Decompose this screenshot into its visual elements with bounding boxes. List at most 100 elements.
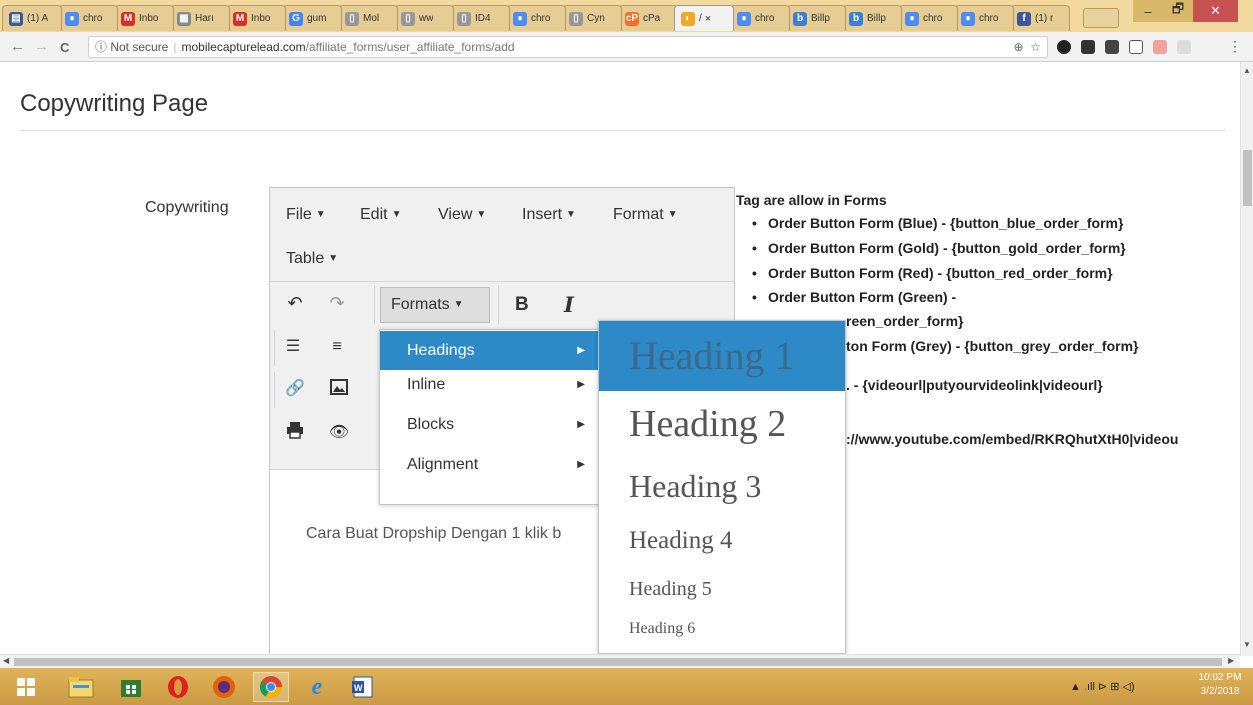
- link-icon[interactable]: 🔗: [282, 376, 308, 402]
- system-tray[interactable]: ▲ .ıll ⊳ ⊞ ◁): [1070, 680, 1135, 693]
- taskbar-clock[interactable]: 10:02 PM 3/2/2018: [1190, 671, 1250, 699]
- browser-tab[interactable]: ▯ ID4: [450, 5, 510, 31]
- favicon-icon: ●: [737, 11, 751, 26]
- favicon-icon: b: [793, 11, 807, 26]
- align-left-icon[interactable]: ☰: [280, 334, 306, 360]
- reload-button[interactable]: C: [60, 40, 69, 55]
- close-window-button[interactable]: ✕: [1193, 0, 1238, 22]
- back-button[interactable]: ←: [10, 38, 25, 55]
- list-item: • Order Button Form (Blue) - {button_blue…: [752, 215, 1124, 231]
- horizontal-scrollbar[interactable]: ◀ ▶: [0, 654, 1240, 668]
- menu-view[interactable]: View ▼: [438, 206, 486, 224]
- print-icon[interactable]: [282, 420, 308, 446]
- browser-tab[interactable]: ● chro: [898, 5, 958, 31]
- scrollbar-thumb[interactable]: [14, 658, 1222, 666]
- bookmark-star-icon[interactable]: ☆: [1030, 40, 1041, 54]
- extension-icon[interactable]: [1081, 40, 1095, 54]
- forward-button[interactable]: →: [34, 38, 49, 55]
- formats-menu-blocks[interactable]: Blocks ▶: [380, 411, 600, 447]
- tags-heading: Tag are allow in Forms: [736, 192, 887, 208]
- menu-insert[interactable]: Insert ▼: [522, 206, 576, 224]
- heading-2-option[interactable]: Heading 2: [599, 397, 845, 451]
- preview-eye-icon[interactable]: 👁: [326, 420, 352, 446]
- scrollbar-thumb[interactable]: [1243, 150, 1252, 206]
- page-title: Copywriting Page: [20, 90, 209, 117]
- menu-edit[interactable]: Edit ▼: [360, 206, 401, 224]
- store-icon[interactable]: [113, 672, 149, 702]
- bold-button[interactable]: B: [515, 294, 529, 316]
- browser-tab[interactable]: ● chro: [506, 5, 566, 31]
- extension-icon[interactable]: [1177, 40, 1191, 54]
- not-secure-label[interactable]: ⓘ Not secure: [95, 40, 168, 54]
- browser-tab[interactable]: cP cPa: [618, 5, 678, 31]
- extension-icon[interactable]: [1105, 40, 1119, 54]
- zoom-icon[interactable]: ⊕: [1014, 40, 1024, 54]
- windows-taskbar: e W ▲ .ıll ⊳ ⊞ ◁) 10:02 PM 3/2/2018: [0, 668, 1253, 705]
- favicon-icon: ●: [65, 11, 79, 26]
- scroll-left-icon[interactable]: ◀: [3, 656, 9, 665]
- browser-tab[interactable]: ▦ Harı: [170, 5, 230, 31]
- editor-content-text[interactable]: Cara Buat Dropship Dengan 1 klik b: [306, 525, 601, 543]
- browser-tab[interactable]: f (1) r: [1010, 5, 1070, 31]
- heading-3-option[interactable]: Heading 3: [599, 463, 845, 509]
- chrome-icon[interactable]: [253, 672, 289, 702]
- heading-4-option[interactable]: Heading 4: [599, 523, 845, 559]
- scroll-down-icon[interactable]: ▼: [1243, 640, 1251, 649]
- align-center-icon[interactable]: ≡: [324, 334, 350, 360]
- browser-tab[interactable]: ● chro: [730, 5, 790, 31]
- opera-icon[interactable]: [160, 672, 196, 702]
- menu-format[interactable]: Format ▼: [613, 206, 678, 224]
- favicon-icon: M: [121, 11, 135, 26]
- heading-1-option[interactable]: Heading 1: [599, 321, 845, 391]
- scroll-up-icon[interactable]: ▲: [1243, 66, 1251, 75]
- minimize-button[interactable]: –: [1133, 0, 1163, 22]
- close-tab-icon[interactable]: ×: [705, 13, 711, 25]
- firefox-icon[interactable]: [206, 672, 242, 702]
- tab-label: ww: [419, 13, 434, 24]
- internet-explorer-icon[interactable]: e: [299, 672, 335, 702]
- redo-icon[interactable]: ↷: [324, 290, 350, 316]
- formats-menu-inline[interactable]: Inline ▶: [380, 371, 600, 407]
- image-icon[interactable]: [326, 376, 352, 402]
- tab-label: cPa: [643, 13, 661, 24]
- extension-icon[interactable]: [1129, 40, 1143, 54]
- windows-start-icon[interactable]: [8, 672, 44, 702]
- maximize-button[interactable]: 🗗: [1163, 0, 1193, 22]
- formats-dropdown-button[interactable]: Formats ▼: [380, 287, 490, 323]
- heading-5-option[interactable]: Heading 5: [599, 574, 845, 604]
- tab-label: chro: [531, 13, 551, 24]
- formats-menu-alignment[interactable]: Alignment ▶: [380, 451, 600, 487]
- new-tab-button[interactable]: [1083, 8, 1119, 28]
- browser-tab[interactable]: M Inbo: [226, 5, 286, 31]
- tab-label: chro: [755, 13, 775, 24]
- chevron-down-icon: ▼: [328, 253, 339, 264]
- tab-label: (1) A: [27, 13, 49, 24]
- browser-tab[interactable]: ▤ (1) A: [2, 5, 62, 31]
- browser-tab[interactable]: ● chro: [58, 5, 118, 31]
- browser-tab[interactable]: Ggum: [282, 5, 342, 31]
- undo-icon[interactable]: ↶: [282, 290, 308, 316]
- browser-tab[interactable]: b Billp: [842, 5, 902, 31]
- scroll-right-icon[interactable]: ▶: [1228, 656, 1234, 665]
- word-icon[interactable]: W: [345, 672, 381, 702]
- headings-submenu: Heading 1 Heading 2 Heading 3 Heading 4 …: [598, 320, 846, 654]
- file-explorer-icon[interactable]: [63, 672, 99, 702]
- browser-tab[interactable]: ● chro: [954, 5, 1014, 31]
- chrome-menu-icon[interactable]: ⋮: [1228, 38, 1242, 55]
- browser-tab[interactable]: ◐ / ×: [674, 5, 734, 31]
- browser-tab[interactable]: ▯ Mol: [338, 5, 398, 31]
- formats-menu-headings[interactable]: Headings ▶: [380, 331, 600, 370]
- italic-button[interactable]: I: [564, 292, 574, 317]
- heading-6-option[interactable]: Heading 6: [599, 616, 845, 642]
- extension-icon[interactable]: [1153, 40, 1167, 54]
- vertical-scrollbar[interactable]: ▲ ▼: [1240, 62, 1253, 656]
- browser-toolbar: ← → C ⓘ Not secure | mobilecapturelead.com…: [0, 32, 1253, 62]
- address-bar[interactable]: ⓘ Not secure | mobilecapturelead.com/affil…: [88, 36, 1048, 58]
- browser-tab[interactable]: ▯ ww: [394, 5, 454, 31]
- browser-tab[interactable]: M Inbo: [114, 5, 174, 31]
- menu-file[interactable]: File ▼: [286, 206, 326, 224]
- browser-tab[interactable]: ▯ Cyn: [562, 5, 622, 31]
- browser-tab[interactable]: b Billp: [786, 5, 846, 31]
- menu-table[interactable]: Table ▼: [286, 250, 338, 268]
- extension-icon[interactable]: [1057, 40, 1071, 54]
